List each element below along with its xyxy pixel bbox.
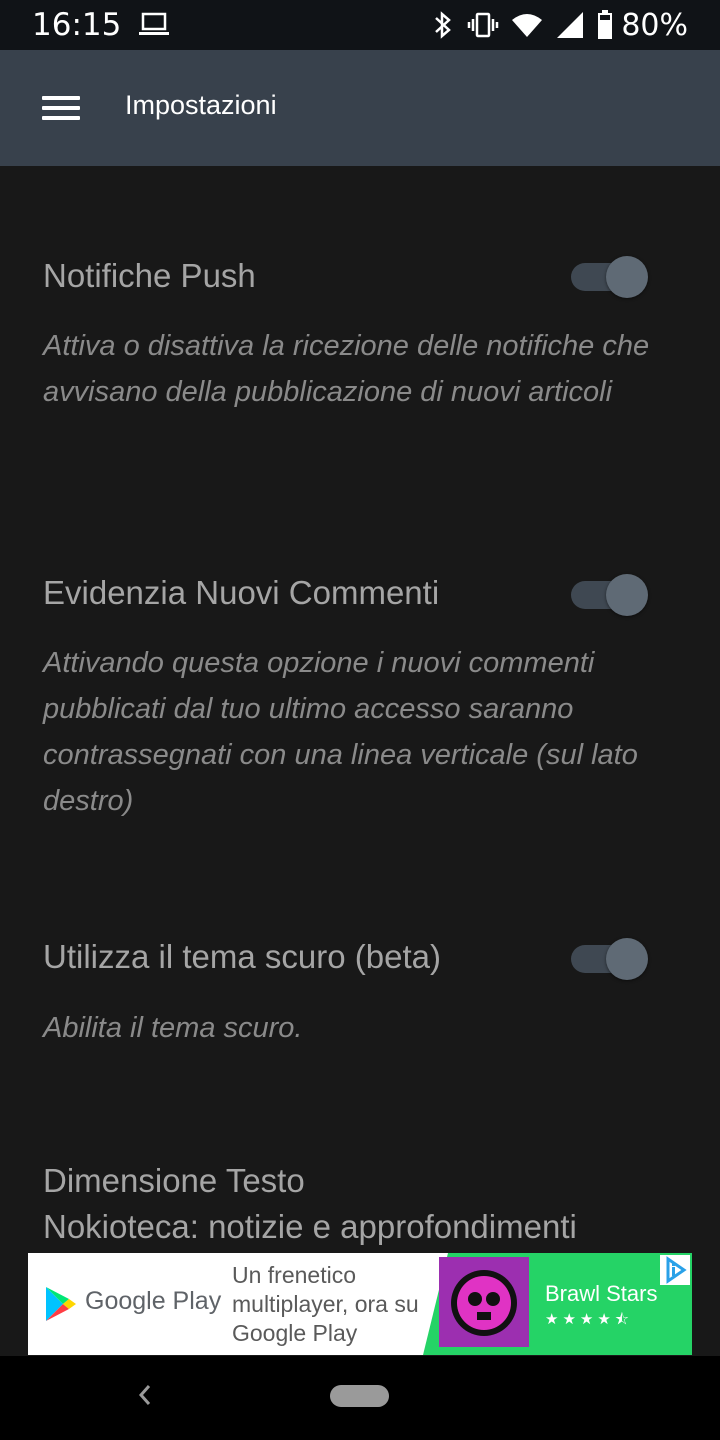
vibrate-icon bbox=[467, 11, 499, 39]
brawl-stars-app-icon bbox=[439, 1257, 529, 1347]
evidenzia-commenti-toggle[interactable] bbox=[569, 572, 653, 618]
home-pill-icon[interactable] bbox=[330, 1385, 389, 1407]
status-time: 16:15 bbox=[32, 7, 122, 43]
back-chevron-icon[interactable] bbox=[132, 1380, 158, 1415]
status-icons: 80% bbox=[431, 7, 688, 43]
setting-title: Notifiche Push bbox=[43, 257, 256, 294]
wifi-icon bbox=[511, 12, 543, 38]
ad-text: Un frenetico multiplayer, ora su Google … bbox=[232, 1262, 419, 1346]
setting-title: Dimensione Testo bbox=[43, 1162, 305, 1199]
setting-description: Abilita il tema scuro. bbox=[43, 1012, 303, 1044]
setting-description: Attivando questa opzione i nuovi comment… bbox=[43, 647, 638, 817]
laptop-icon bbox=[138, 12, 170, 43]
app-bar: Impostazioni bbox=[0, 50, 720, 166]
tema-scuro-toggle[interactable] bbox=[569, 936, 653, 982]
status-bar: 16:15 80% bbox=[0, 0, 720, 50]
toggle-thumb bbox=[606, 938, 648, 980]
page-title: Impostazioni bbox=[125, 90, 277, 120]
battery-percentage: 80% bbox=[621, 7, 688, 43]
bluetooth-icon bbox=[431, 10, 455, 40]
hamburger-menu-icon[interactable] bbox=[38, 88, 86, 128]
setting-title: Evidenzia Nuovi Commenti bbox=[43, 574, 440, 611]
navigation-bar bbox=[0, 1356, 720, 1440]
setting-description: Attiva o disattiva la ricezione delle no… bbox=[43, 330, 650, 408]
setting-title: Utilizza il tema scuro (beta) bbox=[43, 938, 441, 975]
notifiche-push-toggle[interactable] bbox=[569, 254, 653, 300]
google-play-label: Google Play bbox=[85, 1287, 222, 1315]
ad-app-name: Brawl Stars bbox=[545, 1281, 658, 1306]
toggle-thumb bbox=[606, 256, 648, 298]
google-play-logo-icon bbox=[45, 1286, 77, 1327]
ad-choices-icon[interactable] bbox=[660, 1255, 690, 1290]
signal-icon bbox=[555, 11, 585, 39]
ad-banner[interactable]: Google Play Un frenetico multiplayer, or… bbox=[28, 1253, 692, 1355]
toggle-thumb bbox=[606, 574, 648, 616]
ad-rating-stars: ★★★★⯪ bbox=[545, 1311, 633, 1328]
battery-icon bbox=[597, 10, 613, 40]
setting-subtitle: Nokioteca: notizie e approfondimenti bbox=[43, 1208, 577, 1245]
